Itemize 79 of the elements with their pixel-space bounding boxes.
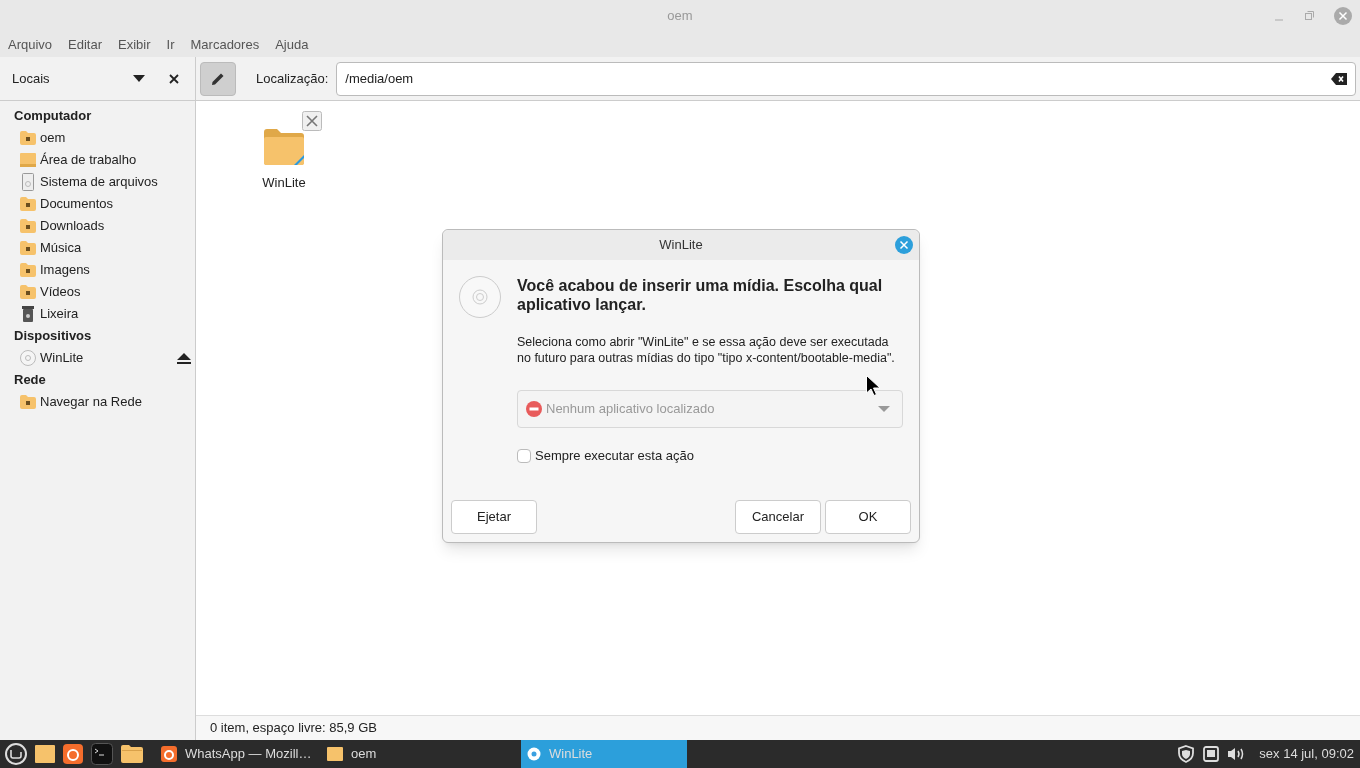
sidebar-item-label: Imagens bbox=[40, 261, 90, 280]
dropdown-caret-icon bbox=[878, 405, 890, 413]
music-folder-icon bbox=[20, 241, 36, 255]
location-label: Localização: bbox=[256, 69, 329, 88]
dialog-message: Seleciona como abrir "WinLite" e se essa ação deve ser executada no futuro para outras mídias do tipo "tipo x-content/bootable-media". bbox=[517, 334, 896, 366]
mouse-pointer-icon bbox=[866, 375, 881, 396]
sidebar-item-label: Vídeos bbox=[40, 283, 81, 302]
sidebar-item-label: Navegar na Rede bbox=[40, 393, 142, 412]
sidebar-item-label: Lixeira bbox=[40, 305, 79, 324]
sidebar-item[interactable]: Área de trabalho bbox=[0, 149, 195, 171]
sidebar-item[interactable]: Sistema de arquivos bbox=[0, 171, 195, 193]
sidebar-heading: Rede bbox=[13, 371, 47, 389]
file-name: WinLite bbox=[262, 174, 306, 192]
close-icon[interactable] bbox=[169, 73, 179, 84]
network-folder-icon bbox=[20, 395, 36, 409]
dialog-button[interactable]: Cancelar bbox=[735, 500, 821, 534]
pictures-folder-icon bbox=[20, 263, 36, 277]
pencil-icon bbox=[211, 71, 225, 86]
sidebar-heading: Computador bbox=[13, 107, 93, 125]
disc-icon bbox=[459, 276, 501, 318]
browser-icon[interactable] bbox=[63, 744, 83, 764]
sidebar-item-label: Sistema de arquivos bbox=[40, 173, 158, 192]
disc-icon bbox=[527, 747, 541, 761]
menu-item[interactable]: Exibir bbox=[118, 34, 151, 55]
sidebar-item-label: Música bbox=[40, 239, 82, 258]
mint-menu-icon[interactable] bbox=[5, 743, 27, 765]
window-title: oem bbox=[667, 7, 693, 26]
location-field[interactable]: /media/oem bbox=[336, 61, 1356, 96]
sidebar-item[interactable]: Documentos bbox=[0, 193, 195, 215]
shield-icon[interactable] bbox=[1177, 745, 1196, 763]
sidebar-item[interactable]: oem bbox=[0, 127, 195, 149]
file-item[interactable]: WinLite bbox=[246, 111, 322, 707]
eject-icon[interactable] bbox=[177, 352, 191, 364]
browser-icon bbox=[161, 746, 177, 762]
videos-folder-icon bbox=[20, 285, 36, 299]
dropdown-caret-icon[interactable] bbox=[133, 74, 145, 83]
eject-button[interactable]: Ejetar bbox=[451, 500, 537, 534]
always-run-checkbox[interactable]: Sempre executar esta ação bbox=[517, 446, 694, 466]
disc-icon bbox=[20, 350, 36, 366]
sidebar-title: Locais bbox=[12, 69, 50, 88]
sidebar-item-label: oem bbox=[40, 129, 66, 148]
menu-item[interactable]: Arquivo bbox=[8, 34, 53, 55]
no-entry-icon bbox=[526, 401, 542, 417]
taskbar-window-button[interactable]: oem bbox=[321, 740, 401, 768]
dialog-button[interactable]: OK bbox=[825, 500, 911, 534]
desktop-folder-icon bbox=[20, 153, 36, 167]
folder-icon bbox=[264, 129, 304, 165]
home-folder-icon bbox=[20, 131, 36, 145]
sidebar-item[interactable]: Navegar na Rede bbox=[0, 391, 195, 413]
edit-location-button[interactable] bbox=[200, 61, 236, 96]
folder-icon[interactable] bbox=[121, 745, 143, 763]
sidebar-heading: Dispositivos bbox=[13, 327, 93, 345]
trash-icon bbox=[22, 306, 34, 322]
dialog-title: WinLite bbox=[659, 236, 703, 255]
taskbar-window-button[interactable]: WhatsApp — Mozill… bbox=[155, 740, 321, 768]
menu-item[interactable]: Marcadores bbox=[190, 34, 260, 55]
sidebar-item[interactable]: Imagens bbox=[0, 259, 195, 281]
terminal-icon[interactable] bbox=[91, 743, 113, 765]
folder-icon bbox=[327, 747, 343, 761]
status-bar-text: 0 item, espaço livre: 85,9 GB bbox=[210, 719, 377, 738]
sidebar-item-label: Downloads bbox=[40, 217, 105, 236]
documents-folder-icon bbox=[20, 197, 36, 211]
network-icon[interactable] bbox=[1203, 746, 1220, 762]
sidebar-item[interactable]: Vídeos bbox=[0, 281, 195, 303]
sidebar-item-label: WinLite bbox=[40, 349, 84, 368]
clock[interactable]: sex 14 jul, 09:02 bbox=[1259, 744, 1354, 764]
downloads-folder-icon bbox=[20, 219, 36, 233]
menu-item[interactable]: Ir bbox=[166, 34, 175, 55]
clear-icon[interactable] bbox=[1331, 72, 1347, 85]
sidebar-item-label: Documentos bbox=[40, 195, 113, 214]
sidebar-item[interactable]: Música bbox=[0, 237, 195, 259]
sidebar-item[interactable]: WinLite bbox=[0, 347, 195, 369]
sidebar-item[interactable]: Lixeira bbox=[0, 303, 195, 325]
menu-item[interactable]: Editar bbox=[68, 34, 103, 55]
sidebar-item[interactable]: Downloads bbox=[0, 215, 195, 237]
drive-icon bbox=[22, 173, 34, 191]
dialog-heading: Você acabou de inserir uma mídia. Escolha qual aplicativo lançar. bbox=[517, 276, 884, 314]
menu-item[interactable]: Ajuda bbox=[275, 34, 309, 55]
sidebar-item-label: Área de trabalho bbox=[40, 151, 137, 170]
